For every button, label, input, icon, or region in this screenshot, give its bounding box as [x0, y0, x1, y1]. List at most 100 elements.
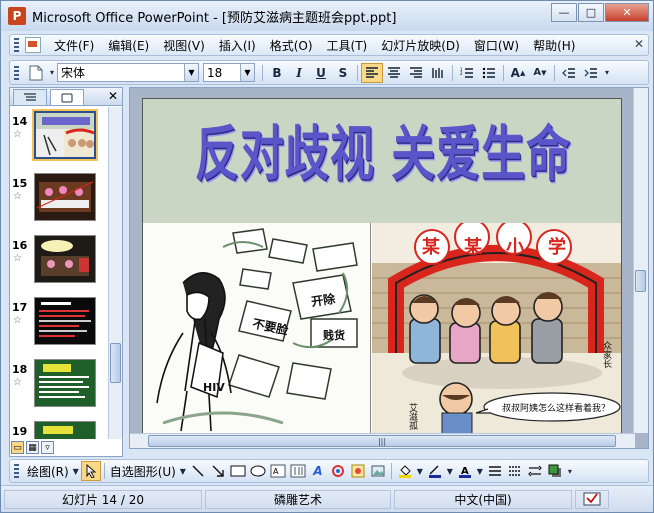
- chevron-down-icon[interactable]: ▼: [475, 461, 485, 481]
- menu-file[interactable]: 文件(F): [47, 37, 101, 54]
- thumbnail-slide-18[interactable]: 18 ☆: [10, 359, 108, 417]
- vertical-textbox-icon[interactable]: [288, 461, 308, 481]
- textbox-icon[interactable]: A: [268, 461, 288, 481]
- normal-view-icon[interactable]: ▭: [11, 441, 24, 454]
- increase-indent-icon[interactable]: [580, 63, 602, 83]
- bold-button[interactable]: B: [266, 63, 288, 83]
- new-document-icon[interactable]: [25, 63, 47, 83]
- fill-color-icon[interactable]: [395, 461, 415, 481]
- line-style-icon[interactable]: [485, 461, 505, 481]
- slide-title[interactable]: 反对歧视 关爱生命: [143, 106, 621, 192]
- arrow-style-icon[interactable]: [525, 461, 545, 481]
- menu-tools[interactable]: 工具(T): [320, 37, 375, 54]
- line-color-icon[interactable]: [425, 461, 445, 481]
- document-icon[interactable]: [25, 37, 41, 53]
- spelling-status-icon[interactable]: [575, 489, 609, 509]
- font-size-combo[interactable]: 18 ▼: [203, 63, 255, 82]
- arrow-icon[interactable]: [208, 461, 228, 481]
- toolbar-grip-icon[interactable]: [14, 464, 19, 478]
- clipart-icon[interactable]: [348, 461, 368, 481]
- title-bar[interactable]: P Microsoft Office PowerPoint - [预防艾滋病主题…: [1, 1, 653, 31]
- close-button[interactable]: ✕: [605, 3, 649, 22]
- menu-bar: 文件(F) 编辑(E) 视图(V) 插入(I) 格式(O) 工具(T) 幻灯片放…: [9, 34, 649, 56]
- slide-sorter-view-icon[interactable]: ▦: [26, 441, 39, 454]
- thumbnail-slide-15[interactable]: 15 ☆: [10, 173, 108, 231]
- italic-button[interactable]: I: [288, 63, 310, 83]
- scrollbar-thumb[interactable]: |||: [148, 435, 616, 447]
- toolbar-grip-icon[interactable]: [14, 65, 19, 80]
- slide-thumbnail-image[interactable]: [34, 235, 96, 283]
- dash-style-icon[interactable]: [505, 461, 525, 481]
- slide-thumbnail-image[interactable]: [34, 173, 96, 221]
- picture-icon[interactable]: [368, 461, 388, 481]
- scrollbar-thumb[interactable]: [635, 270, 646, 292]
- underline-button[interactable]: U: [310, 63, 332, 83]
- menu-format[interactable]: 格式(O): [263, 37, 320, 54]
- menu-view[interactable]: 视图(V): [156, 37, 212, 54]
- slide-thumbnail-image[interactable]: [34, 359, 96, 407]
- oval-icon[interactable]: [248, 461, 268, 481]
- language-status[interactable]: 中文(中国): [394, 489, 572, 509]
- school-cartoon-image[interactable]: 某某小学 叔叔阿姨怎么这样看着我？ 众家长 艾滋孤: [372, 219, 621, 433]
- outline-tab[interactable]: [13, 89, 47, 105]
- slides-tab[interactable]: [50, 89, 84, 105]
- current-slide[interactable]: 反对歧视 关爱生命 不要脸 开除 贱货 HIV 某某小学 叔叔阿姨怎么这样看着我…: [142, 98, 622, 434]
- increase-font-icon[interactable]: A ▲: [507, 63, 529, 83]
- shadow-style-icon[interactable]: [545, 461, 565, 481]
- menu-window[interactable]: 窗口(W): [467, 37, 526, 54]
- design-template-status[interactable]: 磷雕艺术: [205, 489, 391, 509]
- bullets-icon[interactable]: [478, 63, 500, 83]
- slide-vertical-scrollbar[interactable]: [633, 88, 648, 433]
- wordart-icon[interactable]: A: [308, 461, 328, 481]
- shadow-button[interactable]: S: [332, 63, 354, 83]
- decrease-indent-icon[interactable]: [558, 63, 580, 83]
- draw-menu-button[interactable]: 绘图(R): [25, 463, 71, 480]
- line-icon[interactable]: [188, 461, 208, 481]
- decrease-font-icon[interactable]: A ▼: [529, 63, 551, 83]
- align-left-icon[interactable]: [361, 62, 383, 83]
- separator: [452, 64, 453, 81]
- menu-help[interactable]: 帮助(H): [526, 37, 582, 54]
- align-center-icon[interactable]: [383, 63, 405, 83]
- menu-edit[interactable]: 编辑(E): [101, 37, 156, 54]
- slide-thumbnail-image[interactable]: [34, 421, 96, 439]
- font-name-combo[interactable]: 宋体 ▼: [57, 63, 199, 82]
- slide-horizontal-scrollbar[interactable]: |||: [130, 433, 635, 448]
- chevron-down-icon[interactable]: ▼: [240, 64, 254, 81]
- toolbar-options-icon[interactable]: ▾: [47, 63, 57, 83]
- close-pane-icon[interactable]: ✕: [108, 89, 118, 103]
- powerpoint-icon[interactable]: P: [8, 7, 26, 25]
- chevron-down-icon[interactable]: ▼: [71, 461, 81, 481]
- slide-thumbnail-image[interactable]: [32, 109, 98, 161]
- slide-thumbnail-image[interactable]: [34, 297, 96, 345]
- close-document-icon[interactable]: ✕: [634, 37, 644, 51]
- scrollbar-thumb[interactable]: [110, 343, 121, 383]
- toolbar-options-icon[interactable]: ▾: [565, 461, 575, 481]
- slideshow-view-icon[interactable]: ▿: [41, 441, 54, 454]
- chevron-down-icon[interactable]: ▼: [178, 461, 188, 481]
- thumbnails-scrollbar[interactable]: [108, 107, 122, 439]
- toolbar-grip-icon[interactable]: [14, 38, 19, 52]
- slide-number: 18: [12, 363, 28, 376]
- thumbnail-slide-19[interactable]: 19 ☆: [10, 421, 108, 439]
- rectangle-icon[interactable]: [228, 461, 248, 481]
- chevron-down-icon[interactable]: ▼: [415, 461, 425, 481]
- thumbnail-slide-16[interactable]: 16 ☆: [10, 235, 108, 293]
- menu-slideshow[interactable]: 幻灯片放映(D): [374, 37, 467, 54]
- minimize-button[interactable]: —: [551, 3, 577, 22]
- select-pointer-icon[interactable]: [80, 461, 101, 481]
- chevron-down-icon[interactable]: ▼: [184, 64, 198, 81]
- toolbar-options-icon[interactable]: ▾: [602, 63, 612, 83]
- numbering-icon[interactable]: 12: [456, 63, 478, 83]
- align-right-icon[interactable]: [405, 63, 427, 83]
- autoshapes-menu-button[interactable]: 自选图形(U): [108, 463, 178, 480]
- maximize-button[interactable]: □: [578, 3, 604, 22]
- thumbnail-slide-14[interactable]: 14 ☆: [10, 109, 108, 169]
- distribute-icon[interactable]: [427, 63, 449, 83]
- font-color-icon[interactable]: A: [455, 461, 475, 481]
- diagram-icon[interactable]: [328, 461, 348, 481]
- thumbnail-slide-17[interactable]: 17 ☆: [10, 297, 108, 355]
- menu-insert[interactable]: 插入(I): [212, 37, 263, 54]
- chevron-down-icon[interactable]: ▼: [445, 461, 455, 481]
- discrimination-cartoon-image[interactable]: 不要脸 开除 贱货 HIV: [143, 223, 371, 433]
